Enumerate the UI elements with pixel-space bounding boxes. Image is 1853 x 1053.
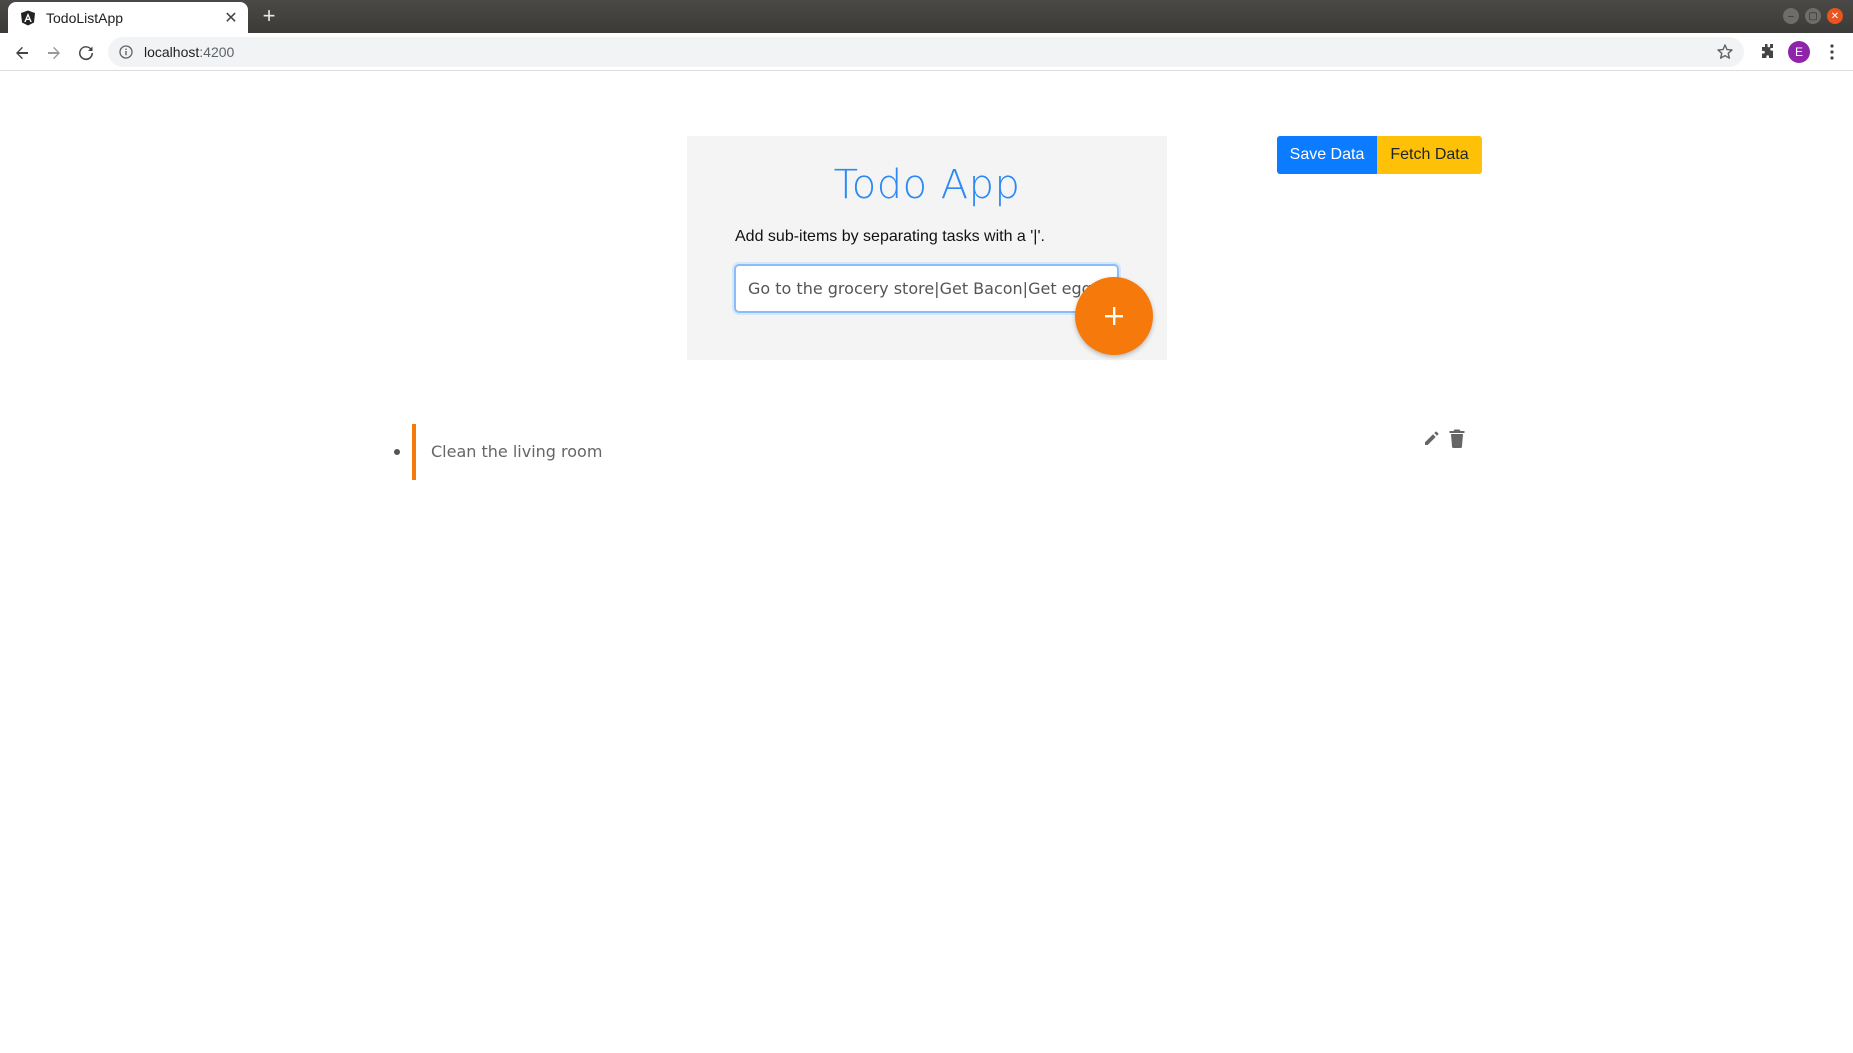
browser-toolbar: localhost:4200 E	[0, 33, 1853, 71]
kebab-menu-icon[interactable]	[1822, 42, 1842, 62]
app-title: Todo App	[833, 162, 1021, 208]
todo-input[interactable]	[734, 264, 1119, 313]
bookmark-star-icon[interactable]	[1716, 43, 1734, 61]
item-accent-bar	[412, 424, 416, 480]
bullet-icon	[394, 449, 400, 455]
save-data-button[interactable]: Save Data	[1277, 136, 1377, 174]
extensions-puzzle-icon[interactable]	[1758, 42, 1778, 62]
browser-titlebar: TodoListApp ✕ + – ▢ ✕	[0, 0, 1853, 33]
url-port: :4200	[199, 44, 235, 60]
info-icon[interactable]	[118, 44, 134, 60]
minimize-icon[interactable]: –	[1783, 8, 1799, 24]
window-controls: – ▢ ✕	[1783, 8, 1843, 24]
forward-arrow-icon[interactable]	[43, 42, 65, 64]
close-window-icon[interactable]: ✕	[1827, 8, 1843, 24]
browser-tab[interactable]: TodoListApp ✕	[8, 2, 248, 33]
new-tab-icon[interactable]: +	[258, 5, 280, 28]
fetch-data-button[interactable]: Fetch Data	[1377, 136, 1482, 174]
list-item: Clean the living room	[390, 424, 1480, 480]
edit-pencil-icon[interactable]	[1420, 426, 1444, 450]
trash-icon[interactable]	[1445, 426, 1469, 450]
angular-icon	[20, 10, 36, 26]
plus-icon	[1105, 307, 1123, 325]
back-arrow-icon[interactable]	[11, 42, 33, 64]
tab-title: TodoListApp	[46, 9, 124, 26]
profile-avatar[interactable]: E	[1788, 41, 1810, 63]
page-content: Todo App Add sub-items by separating tas…	[0, 72, 1853, 1053]
add-todo-button[interactable]	[1075, 277, 1153, 355]
address-bar[interactable]: localhost:4200	[108, 37, 1744, 67]
instruction-text: Add sub-items by separating tasks with a…	[735, 228, 1045, 245]
url-host: localhost	[144, 44, 200, 60]
maximize-icon[interactable]: ▢	[1805, 8, 1821, 24]
todo-list: Clean the living room	[390, 424, 1480, 480]
todo-item-text: Clean the living room	[431, 442, 603, 461]
close-tab-icon[interactable]: ✕	[222, 9, 240, 27]
reload-icon[interactable]	[75, 42, 97, 64]
